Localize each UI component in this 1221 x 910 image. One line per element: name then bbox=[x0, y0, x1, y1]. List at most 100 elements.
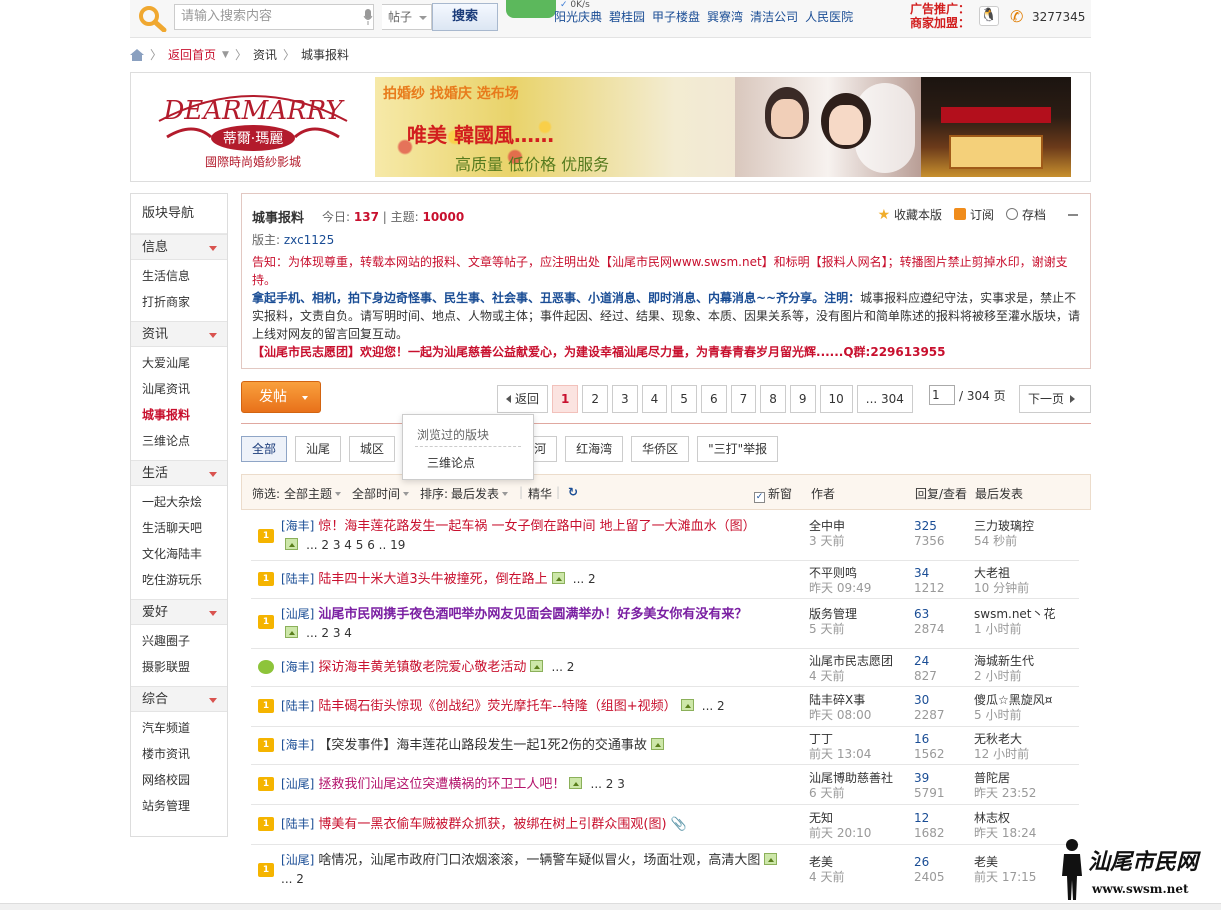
author-name[interactable]: 版务管理 bbox=[809, 607, 857, 622]
sidebar-group-hobby[interactable]: 爱好 bbox=[131, 599, 227, 625]
new-window-toggle[interactable]: ✓ 新窗 bbox=[754, 485, 792, 503]
thread-pages[interactable]: ... 2 bbox=[573, 572, 596, 586]
sidebar-item[interactable]: 一起大杂烩 bbox=[131, 489, 227, 515]
sidebar-item[interactable]: 三维论点 bbox=[131, 428, 227, 454]
author-name[interactable]: 老美 bbox=[809, 855, 844, 870]
archive-button[interactable]: 存档 bbox=[1005, 206, 1046, 223]
page-link-current[interactable]: 1 bbox=[552, 385, 579, 413]
category-tab[interactable]: 城区 bbox=[349, 436, 396, 462]
thread-tag[interactable]: [海丰] bbox=[281, 519, 314, 533]
hot-link[interactable]: 甲子楼盘 bbox=[652, 10, 700, 24]
qq-icon[interactable]: 🐧 bbox=[979, 6, 999, 26]
page-link[interactable]: 9 bbox=[789, 385, 816, 413]
sidebar-item[interactable]: 打折商家 bbox=[131, 289, 227, 315]
last-poster[interactable]: 无秋老大 bbox=[974, 732, 1029, 747]
thread-tag[interactable]: [汕尾] bbox=[281, 777, 314, 791]
sidebar-item[interactable]: 大爱汕尾 bbox=[131, 350, 227, 376]
moderator-name[interactable]: zxc1125 bbox=[284, 233, 334, 247]
sidebar-item-current[interactable]: 城事报料 bbox=[131, 402, 227, 428]
thread-pages[interactable]: ... 2 3 4 bbox=[306, 626, 352, 640]
last-poster[interactable]: 普陀居 bbox=[974, 771, 1036, 786]
last-time[interactable]: 昨天 23:52 bbox=[974, 786, 1036, 801]
last-time[interactable]: 5 小时前 bbox=[974, 708, 1052, 723]
thread-pages[interactable]: ... 2 bbox=[702, 699, 725, 713]
search-input[interactable]: 请输入搜索内容 bbox=[174, 4, 374, 30]
thread-pages[interactable]: ... 2 3 bbox=[591, 777, 625, 791]
breadcrumb-current[interactable]: 城事报料 bbox=[301, 46, 349, 63]
hot-link[interactable]: 巽寮湾 bbox=[707, 10, 743, 24]
sidebar-item[interactable]: 生活信息 bbox=[131, 263, 227, 289]
last-time[interactable]: 54 秒前 bbox=[974, 534, 1034, 549]
last-poster[interactable]: 傻瓜☆黑旋风¤ bbox=[974, 693, 1052, 708]
category-tab[interactable]: "三打"举报 bbox=[697, 436, 779, 462]
reply-count[interactable]: 12 bbox=[914, 811, 945, 826]
last-time[interactable]: 12 小时前 bbox=[974, 747, 1029, 762]
reply-count[interactable]: 26 bbox=[914, 855, 945, 870]
page-link[interactable]: 7 bbox=[730, 385, 757, 413]
hot-link[interactable]: 碧桂园 bbox=[609, 10, 645, 24]
thread-title[interactable]: 探访海丰黄羌镇敬老院爱心敬老活动 bbox=[318, 660, 526, 675]
last-time[interactable]: 前天 17:15 bbox=[974, 870, 1036, 885]
browsed-item[interactable]: 三维论点 bbox=[427, 454, 475, 471]
last-poster[interactable]: 海城新生代 bbox=[974, 654, 1034, 669]
thread-title[interactable]: 拯救我们汕尾这位突遭横祸的环卫工人吧！ bbox=[318, 777, 565, 792]
refresh-icon[interactable]: ↻ bbox=[568, 485, 578, 499]
author-name[interactable]: 不平则鸣 bbox=[809, 566, 871, 581]
category-tab[interactable]: 华侨区 bbox=[631, 436, 690, 462]
breadcrumb-home[interactable]: 返回首页 bbox=[168, 46, 216, 63]
sidebar-group-news[interactable]: 资讯 bbox=[131, 321, 227, 347]
page-link[interactable]: 4 bbox=[641, 385, 668, 413]
category-tab-active[interactable]: 全部 bbox=[241, 436, 288, 462]
new-post-button[interactable]: 发帖 bbox=[241, 381, 321, 413]
sidebar-group-misc[interactable]: 综合 bbox=[131, 686, 227, 712]
thread-tag[interactable]: [汕尾] bbox=[281, 853, 314, 867]
reply-count[interactable]: 34 bbox=[914, 566, 945, 581]
last-poster[interactable]: 大老祖 bbox=[974, 566, 1029, 581]
last-time[interactable]: 昨天 18:24 bbox=[974, 826, 1036, 841]
author-name[interactable]: 丁丁 bbox=[809, 732, 871, 747]
subscribe-button[interactable]: 订阅 bbox=[953, 206, 994, 223]
thread-title[interactable]: 惊！海丰莲花路发生一起车祸 一女子倒在路中间 地上留了一大滩血水（图） bbox=[318, 519, 755, 534]
page-link[interactable]: 6 bbox=[700, 385, 727, 413]
reply-count[interactable]: 325 bbox=[914, 519, 945, 534]
collapse-icon[interactable] bbox=[1068, 213, 1078, 216]
horizontal-scrollbar[interactable] bbox=[0, 903, 1221, 910]
thread-title[interactable]: 陆丰碣石街头惊现《创战纪》荧光摩托车--特隆（组图+视频） bbox=[318, 699, 676, 714]
last-time[interactable]: 2 小时前 bbox=[974, 669, 1034, 684]
sidebar-group-life[interactable]: 生活 bbox=[131, 460, 227, 486]
author-name[interactable]: 陆丰碎X事 bbox=[809, 693, 871, 708]
last-poster[interactable]: swsm.net丶花 bbox=[974, 607, 1056, 622]
thread-pages[interactable]: ... 2 bbox=[552, 660, 575, 674]
reply-count[interactable]: 30 bbox=[914, 693, 945, 708]
author-name[interactable]: 无知 bbox=[809, 811, 871, 826]
home-icon[interactable] bbox=[130, 48, 144, 61]
chevron-down-icon[interactable]: ▼ bbox=[222, 50, 229, 60]
last-time[interactable]: 10 分钟前 bbox=[974, 581, 1029, 596]
thread-tag[interactable]: [海丰] bbox=[281, 660, 314, 674]
sidebar-item[interactable]: 站务管理 bbox=[131, 793, 227, 819]
sidebar-item[interactable]: 生活聊天吧 bbox=[131, 515, 227, 541]
thread-tag[interactable]: [陆丰] bbox=[281, 817, 314, 831]
next-page-button[interactable]: 下一页 bbox=[1019, 385, 1091, 413]
reply-count[interactable]: 24 bbox=[914, 654, 937, 669]
search-button[interactable]: 搜索 bbox=[432, 3, 498, 31]
last-time[interactable]: 1 小时前 bbox=[974, 622, 1056, 637]
sidebar-item[interactable]: 文化海陆丰 bbox=[131, 541, 227, 567]
reply-count[interactable]: 16 bbox=[914, 732, 945, 747]
last-poster[interactable]: 老美 bbox=[974, 855, 1036, 870]
thread-tag[interactable]: [陆丰] bbox=[281, 699, 314, 713]
hot-link[interactable]: 清洁公司 bbox=[750, 10, 798, 24]
breadcrumb-section[interactable]: 资讯 bbox=[253, 46, 277, 63]
microphone-icon[interactable] bbox=[363, 9, 373, 25]
sidebar-item[interactable]: 楼市资讯 bbox=[131, 741, 227, 767]
time-filter[interactable]: 全部时间 bbox=[352, 485, 410, 502]
thread-pages[interactable]: ... 2 bbox=[281, 872, 304, 886]
page-link[interactable]: 5 bbox=[671, 385, 697, 413]
thread-title[interactable]: 陆丰四十米大道3头牛被撞死，倒在路上 bbox=[318, 572, 547, 587]
sidebar-item[interactable]: 摄影联盟 bbox=[131, 654, 227, 680]
digest-filter[interactable]: 精华 bbox=[528, 485, 552, 502]
favorite-button[interactable]: ★ 收藏本版 bbox=[878, 206, 942, 223]
sidebar-item[interactable]: 汕尾资讯 bbox=[131, 376, 227, 402]
page-link[interactable]: 2 bbox=[582, 385, 609, 413]
back-button[interactable]: 返回 bbox=[497, 385, 549, 413]
